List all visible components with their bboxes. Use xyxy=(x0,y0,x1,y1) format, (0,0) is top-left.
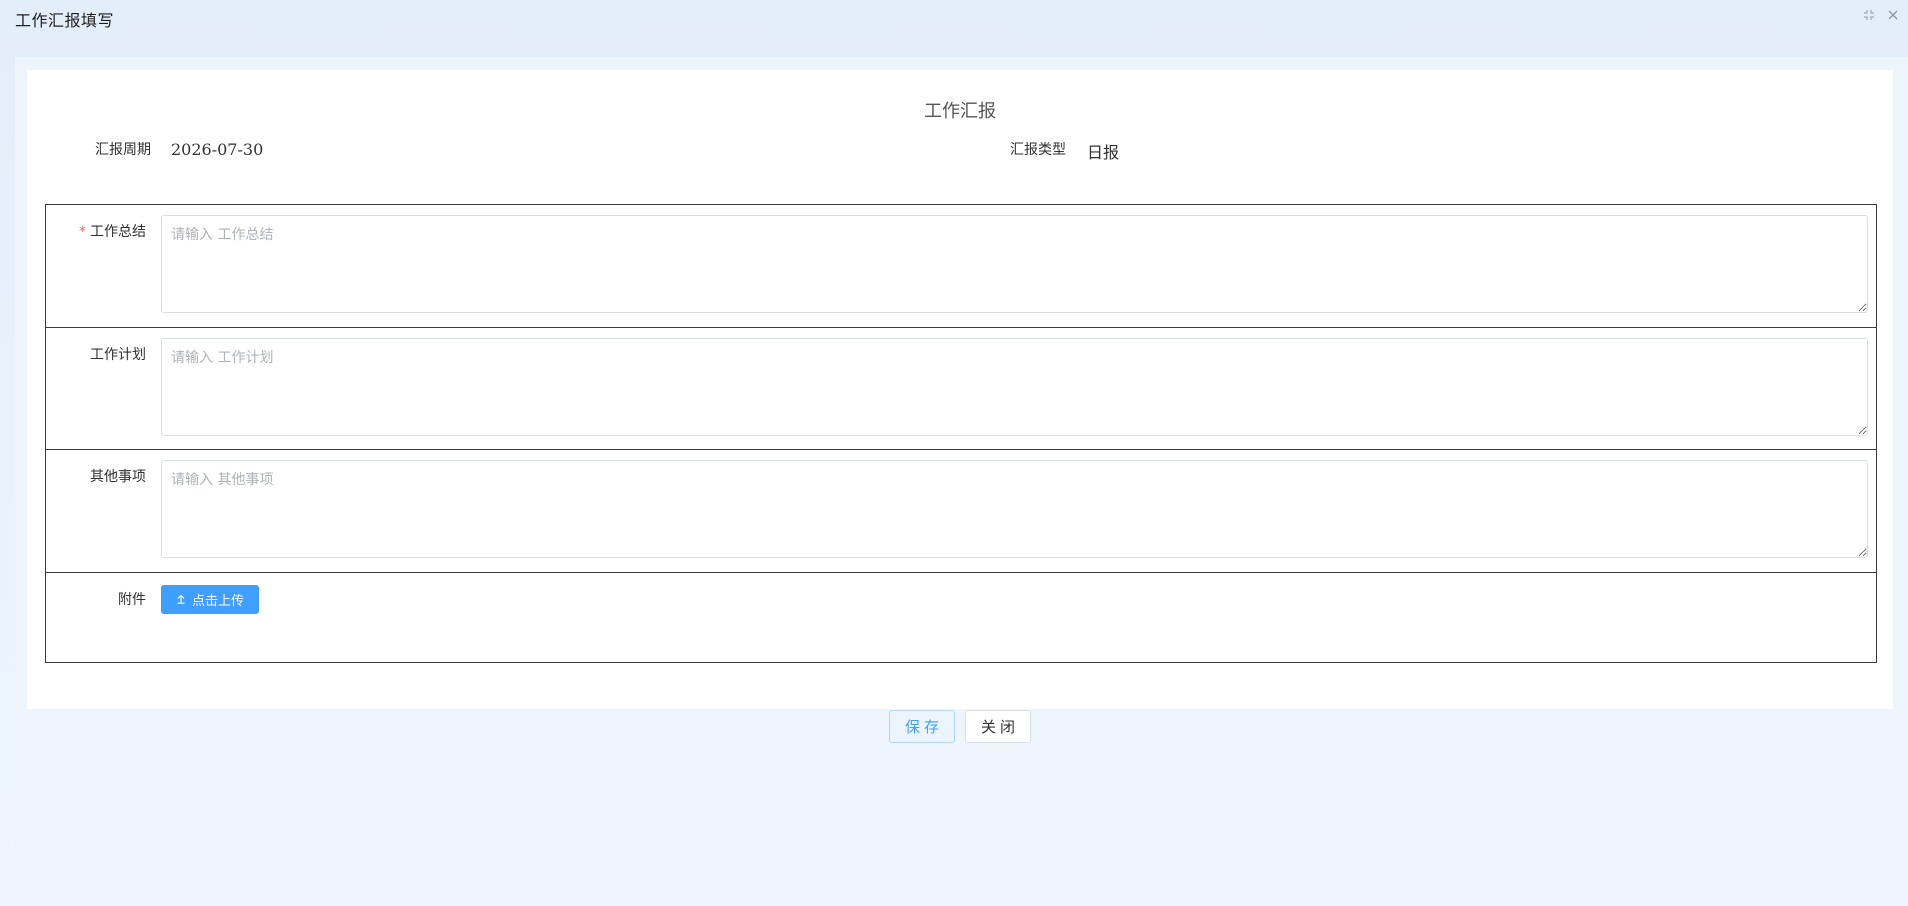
header-icons xyxy=(1862,8,1900,22)
save-button[interactable]: 保存 xyxy=(889,710,955,743)
work-summary-label: * 工作总结 xyxy=(79,221,146,241)
dialog-body: 工作汇报 汇报周期 2026-07-30 汇报类型 日报 *工作总结 工作计划 … xyxy=(15,57,1908,899)
close-button[interactable]: 关闭 xyxy=(965,710,1031,743)
type-value: 日报 xyxy=(1087,143,1120,162)
dialog-title: 工作汇报填写 xyxy=(15,11,115,30)
other-items-label: 其他事项 xyxy=(90,469,146,485)
type-label: 汇报类型 xyxy=(1010,142,1066,158)
period-label: 汇报周期 xyxy=(95,142,151,158)
upload-icon-svg xyxy=(177,594,185,604)
work-summary-label-text: 工作总结 xyxy=(90,224,146,240)
upload-icon xyxy=(176,594,186,606)
close-icon-svg xyxy=(1888,10,1898,20)
work-plan-input[interactable] xyxy=(161,338,1868,436)
row-attachment: 附件 点击上传 xyxy=(46,573,1876,662)
row-other-items: 其他事项 xyxy=(46,450,1876,573)
attachment-label: 附件 xyxy=(118,592,146,608)
upload-button-label: 点击上传 xyxy=(191,594,244,609)
form-table: *工作总结 工作计划 其他事项 附件 xyxy=(45,204,1877,663)
form-title: 工作汇报 xyxy=(924,101,996,122)
report-dialog: 工作汇报填写 工作汇报 汇报周期 2026-07-30 汇报类型 日报 * 工作… xyxy=(0,0,1908,906)
dialog-header: 工作汇报填写 xyxy=(0,0,1908,40)
compress-icon-svg xyxy=(1864,10,1874,20)
other-items-input[interactable] xyxy=(161,460,1868,558)
period-value: 2026-07-30 xyxy=(171,140,264,159)
work-summary-input[interactable] xyxy=(161,215,1868,313)
compress-icon[interactable] xyxy=(1862,8,1876,22)
form-card: 工作汇报 汇报周期 2026-07-30 汇报类型 日报 *工作总结 工作计划 … xyxy=(27,70,1893,709)
work-plan-label: 工作计划 xyxy=(90,347,146,363)
close-icon[interactable] xyxy=(1886,8,1900,22)
row-work-plan: 工作计划 xyxy=(46,328,1876,450)
upload-button[interactable]: 点击上传 xyxy=(161,585,259,614)
row-work-summary: * 工作总结 xyxy=(46,205,1876,328)
required-mark: * xyxy=(79,224,86,240)
